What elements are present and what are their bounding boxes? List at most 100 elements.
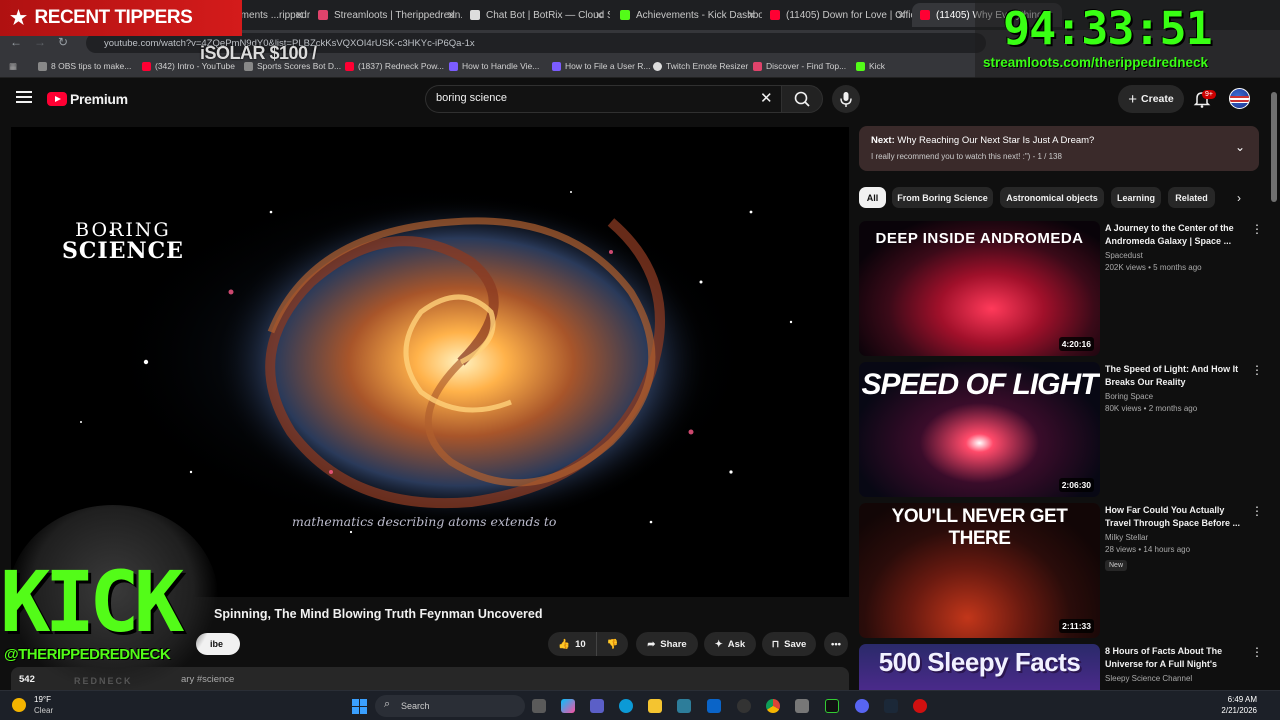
thumbnail-text: 500 Sleepy Facts: [878, 647, 1081, 677]
more-vert-icon[interactable]: ⋮: [1251, 222, 1263, 236]
outlook-icon[interactable]: [707, 699, 721, 713]
apps-icon[interactable]: ▦: [9, 61, 17, 72]
share-icon: ➦: [647, 638, 656, 650]
bookmark-label: How to Handle Vie...: [462, 61, 540, 71]
browser-tab[interactable]: (11405) Down for Love | Offic... ✕: [762, 3, 912, 27]
chevron-down-icon[interactable]: ⌄: [1235, 140, 1245, 154]
chip-label: All: [866, 192, 879, 203]
chip-learning[interactable]: Learning: [1111, 187, 1161, 208]
back-icon[interactable]: ←: [10, 35, 22, 49]
bookmark[interactable]: Kick: [856, 61, 885, 71]
bookmark[interactable]: Twitch Emote Resizer: [653, 61, 748, 71]
dislike-button[interactable]: 👎: [596, 632, 628, 656]
video-thumbnail[interactable]: DEEP INSIDE ANDROMEDA 4:20:16: [859, 221, 1100, 356]
logo-text: Premium: [70, 91, 128, 107]
bookmark[interactable]: How to File a User R...: [552, 61, 651, 71]
create-button[interactable]: + Create: [1118, 85, 1184, 113]
botrix-icon: [470, 10, 480, 20]
thumbs-up-icon: 👍: [558, 638, 571, 650]
chevron-right-icon[interactable]: ›: [1237, 191, 1241, 205]
weather-moon-icon[interactable]: [12, 698, 26, 712]
search-button[interactable]: [781, 85, 823, 113]
sparkle-icon: ✦: [714, 638, 723, 650]
twitch-icon: [552, 61, 561, 71]
video-info[interactable]: A Journey to the Center of the Andromeda…: [1105, 222, 1245, 272]
voice-search-button[interactable]: [832, 85, 860, 113]
chrome-icon[interactable]: [766, 699, 780, 713]
obs-icon[interactable]: [737, 699, 751, 713]
steam-icon[interactable]: [884, 699, 898, 713]
bookmark-icon: [38, 61, 47, 71]
forward-icon[interactable]: →: [34, 35, 46, 49]
page-scrollbar[interactable]: [1271, 80, 1277, 688]
video-meta: 28 views • 14 hours ago: [1105, 545, 1191, 554]
taskbar-search[interactable]: ⌕ Search: [375, 695, 525, 717]
more-actions-button[interactable]: •••: [824, 632, 848, 656]
chip-from-boring-science[interactable]: From Boring Science: [892, 187, 993, 208]
recent-tippers-label: RECENT TIPPERS: [34, 7, 193, 28]
hamburger-menu-icon[interactable]: [16, 91, 32, 105]
emblem-text: REDNECK: [74, 676, 133, 686]
tab-close-icon[interactable]: ✕: [747, 9, 756, 22]
app-icon[interactable]: [795, 699, 809, 713]
video-info[interactable]: How Far Could You Actually Travel Throug…: [1105, 504, 1245, 572]
playlist-panel[interactable]: Next: Why Reaching Our Next Star Is Just…: [859, 126, 1259, 171]
kick-handle: @THERIPPEDREDNECK: [4, 646, 171, 663]
more-vert-icon[interactable]: ⋮: [1251, 504, 1263, 518]
more-vert-icon[interactable]: ⋮: [1251, 363, 1263, 377]
bookmark[interactable]: 8 OBS tips to make...: [38, 61, 131, 71]
youtube-icon: [142, 61, 151, 71]
account-avatar[interactable]: [1229, 88, 1250, 109]
twitch-icon: [449, 61, 458, 71]
record-icon[interactable]: [913, 699, 927, 713]
bookmark-icon: [753, 61, 762, 71]
terminal-icon[interactable]: [825, 699, 839, 713]
video-thumbnail[interactable]: SPEED OF LIGHT 2:06:30: [859, 362, 1100, 497]
video-info[interactable]: The Speed of Light: And How It Breaks Ou…: [1105, 363, 1245, 413]
file-explorer-icon[interactable]: [648, 699, 662, 713]
star-icon: ★: [10, 7, 27, 29]
thumbnail-text: YOU'LL NEVER GET THERE: [891, 506, 1068, 549]
tab-close-icon[interactable]: ✕: [447, 9, 456, 22]
more-vert-icon[interactable]: ⋮: [1251, 645, 1263, 659]
bookmark[interactable]: Discover - Find Top...: [753, 61, 846, 71]
clear-search-icon[interactable]: ✕: [760, 89, 773, 107]
video-thumbnail[interactable]: YOU'LL NEVER GET THERE 2:11:33: [859, 503, 1100, 638]
browser-tab[interactable]: Achievements - Kick Dashbo... ✕: [612, 3, 762, 27]
video-info[interactable]: 8 Hours of Facts About The Universe for …: [1105, 645, 1245, 683]
video-title: Spinning, The Mind Blowing Truth Feynman…: [214, 607, 543, 621]
save-button[interactable]: ⊓ Save: [762, 632, 816, 656]
browser-tab[interactable]: Chat Bot | BotRix — Cloud St...✕: [462, 3, 610, 27]
youtube-icon: [920, 10, 930, 20]
thumbnail-text: DEEP INSIDE ANDROMEDA: [875, 230, 1084, 247]
bookmark[interactable]: How to Handle Vie...: [449, 61, 539, 71]
video-meta: 202K views • 5 months ago: [1105, 263, 1202, 272]
windows-start-icon[interactable]: [352, 699, 367, 714]
bookmark[interactable]: (1837) Redneck Pow...: [345, 61, 444, 71]
tab-close-icon[interactable]: ✕: [595, 9, 604, 22]
chip-related[interactable]: Related: [1168, 187, 1215, 208]
video-thumbnail[interactable]: 500 Sleepy Facts: [859, 644, 1100, 690]
share-button[interactable]: ➦ Share: [636, 632, 698, 656]
youtube-premium-logo[interactable]: Premium: [47, 91, 128, 107]
tab-close-icon[interactable]: ✕: [897, 9, 906, 22]
search-input[interactable]: boring science: [425, 85, 781, 113]
new-badge: New: [1105, 560, 1128, 571]
scrollbar-thumb[interactable]: [1271, 92, 1277, 202]
copilot-icon[interactable]: [561, 699, 575, 713]
bookmark-label: 8 OBS tips to make...: [51, 61, 132, 71]
discord-icon[interactable]: [855, 699, 869, 713]
tab-close-icon[interactable]: ✕: [295, 9, 304, 22]
reload-icon[interactable]: ↻: [58, 35, 68, 49]
channel-name: Sleepy Science Channel: [1105, 674, 1193, 683]
ask-button[interactable]: ✦ Ask: [704, 632, 756, 656]
like-button[interactable]: 👍 10: [548, 632, 596, 656]
kick-logo-text: KICK: [0, 553, 184, 651]
store-icon[interactable]: [677, 699, 691, 713]
task-view-icon[interactable]: [532, 699, 546, 713]
browser-tab[interactable]: Streamloots | Therippedredn... ✕: [310, 3, 462, 27]
chip-astronomical-objects[interactable]: Astronomical objects: [1000, 187, 1104, 208]
edge-icon[interactable]: [619, 699, 633, 713]
chip-all[interactable]: All: [859, 187, 886, 208]
teams-icon[interactable]: [590, 699, 604, 713]
